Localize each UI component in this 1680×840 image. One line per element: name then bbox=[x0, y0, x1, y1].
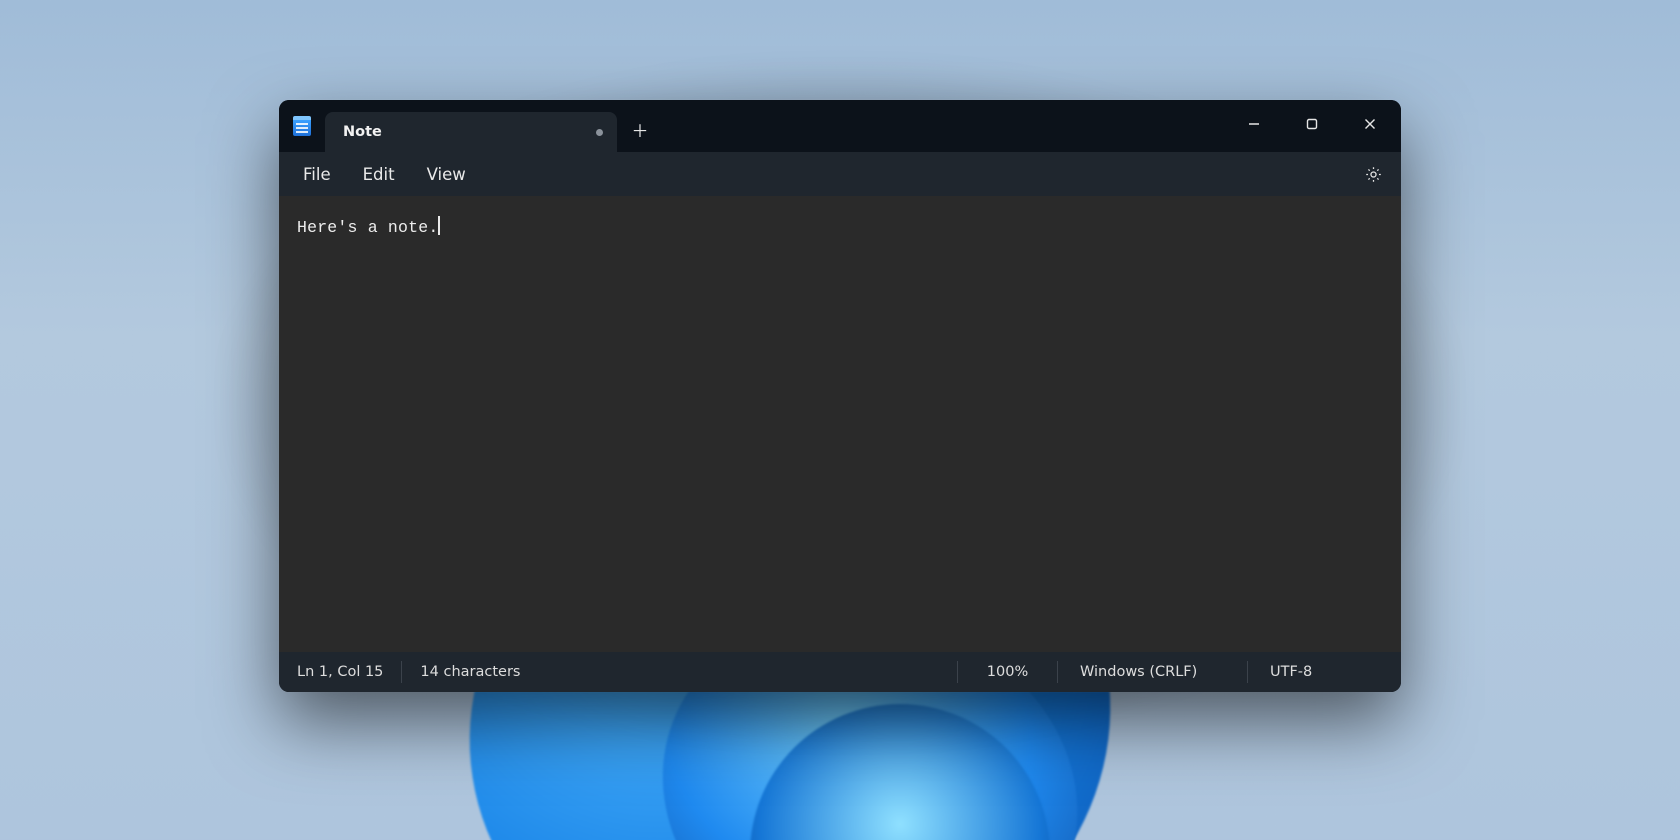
menu-edit[interactable]: Edit bbox=[347, 157, 411, 192]
gear-icon bbox=[1364, 165, 1383, 184]
status-encoding[interactable]: UTF-8 bbox=[1247, 661, 1387, 683]
tab-note[interactable]: Note bbox=[325, 112, 617, 152]
unsaved-dot-icon bbox=[596, 129, 603, 136]
minimize-icon bbox=[1248, 118, 1260, 130]
minimize-button[interactable] bbox=[1225, 104, 1283, 144]
status-cursor-position[interactable]: Ln 1, Col 15 bbox=[293, 661, 401, 683]
statusbar: Ln 1, Col 15 14 characters 100% Windows … bbox=[279, 652, 1401, 692]
app-icon bbox=[279, 100, 325, 152]
settings-button[interactable] bbox=[1353, 156, 1393, 192]
plus-icon: ＋ bbox=[632, 117, 649, 142]
menubar: File Edit View bbox=[279, 152, 1401, 196]
menu-file[interactable]: File bbox=[287, 157, 347, 192]
text-editor[interactable]: Here's a note. bbox=[279, 196, 1401, 652]
window-controls bbox=[1225, 100, 1401, 152]
maximize-button[interactable] bbox=[1283, 104, 1341, 144]
maximize-icon bbox=[1306, 118, 1318, 130]
editor-content: Here's a note. bbox=[297, 218, 438, 237]
titlebar-drag-region[interactable] bbox=[663, 100, 1225, 152]
tab-title: Note bbox=[343, 124, 382, 140]
status-line-ending[interactable]: Windows (CRLF) bbox=[1057, 661, 1247, 683]
text-caret bbox=[438, 216, 440, 235]
notepad-window: Note ＋ File Edit View bbox=[279, 100, 1401, 692]
close-button[interactable] bbox=[1341, 104, 1399, 144]
menu-view[interactable]: View bbox=[411, 157, 482, 192]
new-tab-button[interactable]: ＋ bbox=[617, 106, 663, 152]
titlebar[interactable]: Note ＋ bbox=[279, 100, 1401, 152]
tabstrip: Note ＋ bbox=[325, 100, 663, 152]
notepad-icon bbox=[293, 116, 311, 136]
status-zoom[interactable]: 100% bbox=[957, 661, 1057, 683]
close-icon bbox=[1364, 118, 1376, 130]
status-char-count: 14 characters bbox=[401, 661, 538, 683]
